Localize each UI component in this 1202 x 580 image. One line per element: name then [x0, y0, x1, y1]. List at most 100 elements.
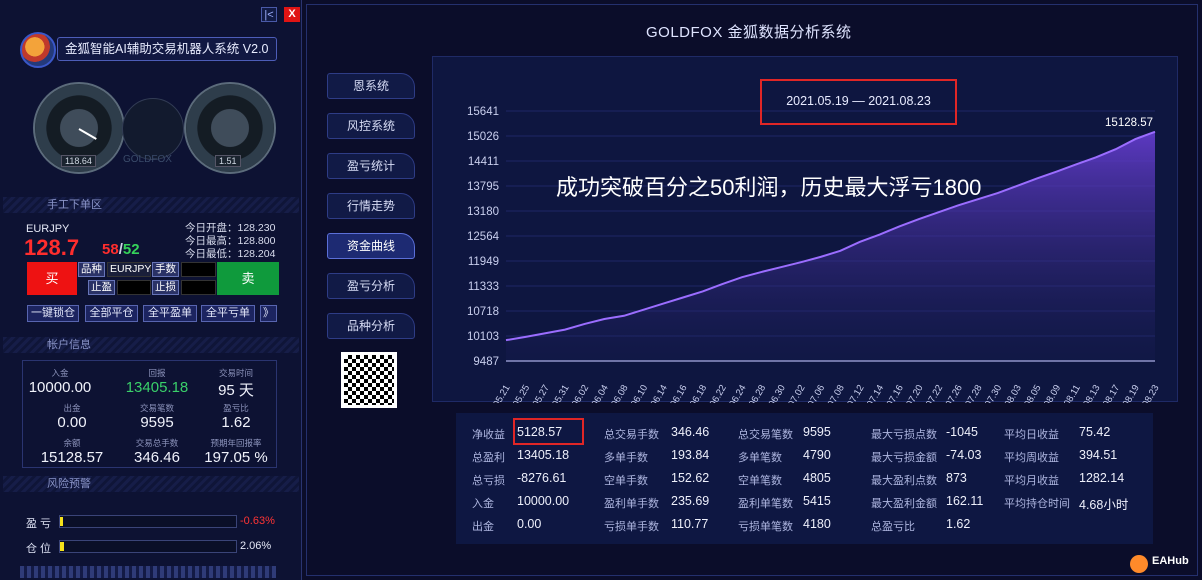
x-tick-label: 07.28	[963, 383, 984, 403]
withdraw-value: 0.00	[57, 414, 87, 431]
goldfox-watermark: GOLDFOX	[123, 154, 172, 165]
today-low: 今日最低：128.204	[185, 248, 276, 260]
nav-market-trend[interactable]: 行情走势	[327, 193, 415, 219]
stat-label: 空单手数	[604, 475, 648, 487]
spread-pips: 58/52	[102, 241, 140, 258]
close-button[interactable]: X	[284, 7, 300, 22]
collapse-button[interactable]: |<	[261, 7, 277, 22]
deposit-label: 入金	[51, 368, 69, 378]
stat-value: 4805	[803, 471, 831, 485]
x-tick-label: 08.05	[1022, 383, 1043, 403]
stat-value: 235.69	[671, 494, 710, 508]
total-lots-label: 交易总手数	[135, 438, 179, 448]
stat-label: 平均周收益	[1004, 452, 1059, 464]
pip-a: 58	[102, 241, 119, 258]
close-loss-button[interactable]: 全平亏单	[201, 305, 255, 322]
nav-product-analysis[interactable]: 品种分析	[327, 313, 415, 339]
more-button[interactable]: 》	[260, 305, 277, 322]
close-profit-button[interactable]: 全平盈单	[143, 305, 197, 322]
trade-time-value: 95 天	[218, 382, 254, 399]
stat-value: 75.42	[1079, 425, 1111, 439]
y-tick-label: 15026	[467, 131, 499, 143]
position-risk-bar	[59, 540, 237, 553]
withdraw-cell: 出金 0.00	[32, 402, 112, 431]
trade-count-label: 交易笔数	[139, 403, 174, 413]
stat-label: 最大亏损金额	[871, 452, 937, 464]
position-risk-pct: 2.06%	[240, 540, 272, 552]
annual-return-cell: 预期年回报率 197.05 %	[196, 437, 276, 466]
pl-ratio-value: 1.62	[221, 414, 251, 431]
nav-risk-control[interactable]: 风控系统	[327, 113, 415, 139]
withdraw-label: 出金	[63, 403, 81, 413]
trade-time-cell: 交易时间 95 天	[196, 367, 276, 400]
stat-label: 多单手数	[604, 452, 648, 464]
nav-pl-analysis[interactable]: 盈亏分析	[327, 273, 415, 299]
risk-header: 风险预警	[3, 476, 299, 492]
product-field[interactable]: EURJPY	[107, 262, 151, 277]
stat-label: 总亏损	[472, 475, 505, 487]
y-tick-label: 11949	[468, 256, 499, 268]
x-tick-label: 07.22	[924, 383, 945, 403]
decorative-strip	[20, 566, 276, 578]
manual-order-header: 手工下单区	[3, 197, 299, 213]
eahub-logo-icon	[1130, 555, 1148, 573]
stat-value: -8276.61	[517, 471, 567, 485]
stat-label: 出金	[472, 521, 494, 533]
x-tick-label: 06.02	[570, 383, 591, 403]
equity-area	[506, 131, 1155, 361]
stat-label: 总交易手数	[604, 429, 659, 441]
date-range: 2021.05.19 — 2021.08.23	[760, 79, 957, 125]
stat-label: 总盈亏比	[871, 521, 915, 533]
stop-loss-field[interactable]	[181, 280, 216, 295]
qr-code	[341, 352, 397, 408]
gauge2-value: 1.51	[215, 155, 241, 167]
product-label: 品种	[78, 262, 105, 277]
return-cell: 回报 13405.18	[117, 367, 197, 396]
pl-risk-pct: -0.63%	[240, 515, 275, 527]
x-tick-label: 07.20	[904, 383, 925, 403]
stat-label: 最大盈利点数	[871, 475, 937, 487]
y-tick-label: 13180	[467, 206, 499, 218]
stat-value: 13405.18	[517, 448, 570, 462]
lock-all-button[interactable]: 一键锁仓	[27, 305, 79, 322]
y-tick-label: 11333	[468, 281, 499, 293]
balance-label: 余额	[63, 438, 81, 448]
lots-label: 手数	[152, 262, 179, 277]
stat-label: 盈利单手数	[604, 498, 659, 510]
nav-pl-stats[interactable]: 盈亏统计	[327, 153, 415, 179]
pip-b: 52	[122, 241, 140, 258]
y-tick-label: 12564	[467, 231, 500, 243]
nav-system[interactable]: 恩系统	[327, 73, 415, 99]
x-tick-label: 08.19	[1121, 383, 1142, 403]
take-profit-field[interactable]	[117, 280, 151, 295]
stat-value: 162.11	[946, 494, 984, 508]
x-tick-label: 07.16	[885, 383, 906, 403]
x-tick-label: 07.02	[786, 383, 807, 403]
buy-button[interactable]: 买	[27, 262, 77, 295]
stat-label: 平均日收益	[1004, 429, 1059, 441]
stat-label: 总交易笔数	[738, 429, 793, 441]
stat-value: 193.84	[671, 448, 710, 462]
stat-value: 4.68小时	[1079, 498, 1129, 512]
y-tick-label: 13795	[467, 181, 499, 193]
sell-button[interactable]: 卖	[217, 262, 279, 295]
page-title: GOLDFOX 金狐数据分析系统	[646, 24, 852, 41]
x-tick-label: 08.17	[1101, 383, 1122, 403]
stat-value: 1.62	[946, 517, 971, 531]
x-tick-label: 05.25	[511, 383, 532, 403]
nav-equity-curve[interactable]: 资金曲线	[327, 233, 415, 259]
stat-value: 5415	[803, 494, 831, 508]
x-tick-label: 07.12	[845, 383, 866, 403]
stat-value: 1282.14	[1079, 471, 1125, 485]
x-tick-label: 06.28	[747, 383, 768, 403]
lots-field[interactable]	[181, 262, 216, 277]
x-tick-label: 05.31	[550, 383, 571, 403]
close-all-button[interactable]: 全部平仓	[85, 305, 138, 322]
system-title: 金狐智能AI辅助交易机器人系统 V2.0	[57, 37, 277, 61]
x-tick-label: 07.08	[826, 383, 847, 403]
annual-return-label: 预期年回报率	[210, 438, 262, 448]
stat-value: 152.62	[671, 471, 710, 485]
stat-label: 平均持仓时间	[1004, 498, 1070, 510]
pl-risk-fill	[60, 517, 63, 526]
stat-label: 净收益	[472, 429, 505, 441]
